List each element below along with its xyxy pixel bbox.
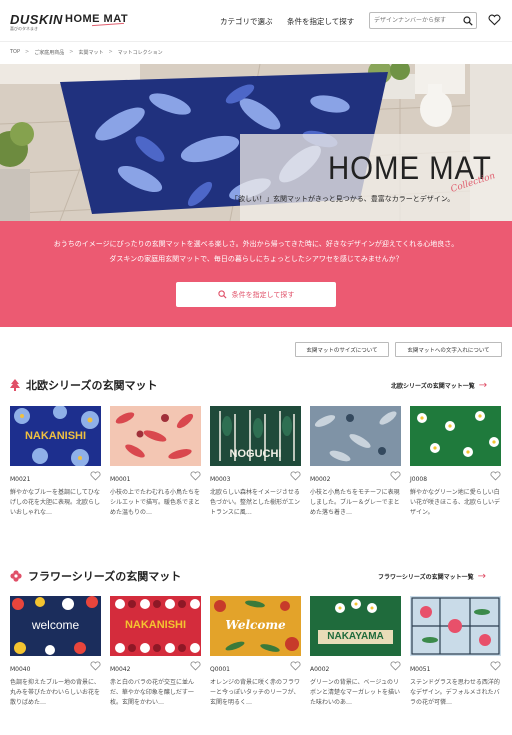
product-description: オレンジの背景に咲く赤のフラワーと今っぽいタッチのリーフが、玄関を明るく… <box>210 679 301 706</box>
nordic-section-title: 北欧シリーズの玄関マット <box>10 377 157 393</box>
product-code: M0001 <box>110 476 131 483</box>
tree-icon <box>10 379 20 391</box>
product-image[interactable]: NAKANISHI <box>110 596 201 656</box>
arrow-right-icon: → <box>477 571 486 582</box>
search-by-conditions-label: 条件を指定して探す <box>231 290 295 299</box>
intro-text-line1: おうちのイメージにぴったりの玄関マットを選べる楽しさ。外出から帰ってきた時に、好… <box>53 240 459 248</box>
product-card[interactable]: NOGUCHI M0003 北欧らしい森林をイメージさせる色づかい。整然とした樹… <box>210 406 301 516</box>
product-image[interactable] <box>410 406 501 466</box>
mat-pattern <box>417 411 499 457</box>
favorite-heart-icon[interactable] <box>390 471 401 481</box>
flower-list-link[interactable]: フラワーシリーズの玄関マット一覧 → <box>378 571 486 582</box>
mat-name-label: NOGUCHI <box>229 448 282 460</box>
duskin-logo[interactable]: DUSKIN <box>10 12 63 27</box>
flower-icon <box>10 570 22 582</box>
product-code: M0040 <box>10 666 31 673</box>
product-image[interactable]: welcome <box>10 596 101 656</box>
product-code: M0003 <box>210 476 231 483</box>
hero-subtitle: 「欲しい！」玄関マットがきっと見つかる、豊富なカラーとデザイン。 <box>231 195 455 203</box>
product-description: 鮮やかなブルーを基調にしてひなげしの花を大胆に表現。北欧らしいおしゃれな… <box>10 489 101 516</box>
site-header: DUSKIN 喜びのタネまき HOME MAT カテゴリで選ぶ 条件を指定して探… <box>0 0 512 42</box>
mat-name-label: NAKAYAMA <box>327 631 384 642</box>
mat-pattern <box>115 412 194 459</box>
arrow-right-icon: → <box>478 380 488 391</box>
duskin-logo-tagline: 喜びのタネまき <box>10 26 38 31</box>
product-code: M0042 <box>110 666 131 673</box>
favorite-heart-icon[interactable] <box>290 471 301 481</box>
favorite-heart-icon[interactable] <box>190 661 201 671</box>
mat-pattern <box>318 599 393 644</box>
breadcrumb-entrance-mat[interactable]: 玄関マット <box>78 49 103 56</box>
product-description: 鮮やかなグリーン地に愛らしい白い花が咲きほこる、北欧らしいデザイン。 <box>410 489 501 516</box>
product-code: A0002 <box>310 666 330 673</box>
product-card[interactable]: welcome M0040 色調を抑えたブルー地の背景に、丸みを帯びたかわいらし… <box>10 596 101 706</box>
breadcrumb-current: マットコレクション <box>117 50 163 56</box>
product-code: M0002 <box>310 476 331 483</box>
mat-name-label: NAKANISHI <box>24 430 87 442</box>
nordic-section-title-text: 北欧シリーズの玄関マット <box>26 379 158 392</box>
product-image[interactable] <box>110 406 201 466</box>
breadcrumb-top[interactable]: TOP <box>10 49 20 56</box>
product-card[interactable]: M0002 小枝と小鳥たちをモチーフに表現しました。ブルー＆グレーでまとめた落ち… <box>310 406 401 516</box>
favorite-heart-icon[interactable] <box>490 661 501 671</box>
product-description: ステンドグラスを思わせる西洋的なデザイン。デフォルメされたバラの花が可憐… <box>410 679 500 706</box>
flower-section-title-text: フラワーシリーズの玄関マット <box>28 570 182 583</box>
product-image[interactable]: NAKANISHI <box>10 406 101 466</box>
product-image[interactable]: NOGUCHI <box>210 406 301 466</box>
nordic-list-link[interactable]: 北欧シリーズの玄関マット一覧 → <box>391 380 487 391</box>
mat-name-label: NAKANISHI <box>124 619 187 631</box>
product-image[interactable]: NAKAYAMA <box>310 596 401 656</box>
breadcrumb-separator: > <box>25 49 30 55</box>
search-icon <box>217 290 227 299</box>
breadcrumb-household[interactable]: ご家庭用商品 <box>34 49 64 56</box>
product-image[interactable]: Welcome <box>210 596 301 656</box>
intro-text-line2: ダスキンの家庭用玄関マットで、毎日の暮らしにちょっとしたシアワセを感じてみません… <box>109 255 403 263</box>
search-box <box>369 12 477 29</box>
product-card[interactable]: Welcome Q0001 オレンジの背景に咲く赤のフラワーと今っぽいタッチのリ… <box>210 596 301 706</box>
favorite-heart-icon[interactable] <box>90 471 101 481</box>
mat-pattern <box>314 411 397 462</box>
search-by-conditions-button[interactable]: 条件を指定して探す <box>176 282 336 307</box>
product-code: J0008 <box>410 476 428 483</box>
product-description: 小枝の上でたわむれる小鳥たちをシルエットで描写。暖色系でまとめた温もりの… <box>110 489 201 516</box>
product-code: M0021 <box>10 476 31 483</box>
mat-name-label: Welcome <box>225 618 286 632</box>
design-number-search-input[interactable] <box>370 13 460 28</box>
product-card[interactable]: NAKANISHI M0042 赤と白のバラの花が交互に並んだ、華やかな印象を醸… <box>110 596 201 706</box>
product-description: 色調を抑えたブルー地の背景に、丸みを帯びたかわいらしいお花を散りばめた… <box>10 679 101 706</box>
product-card[interactable]: J0008 鮮やかなグリーン地に愛らしい白い花が咲きほこる、北欧らしいデザイン。 <box>410 406 501 516</box>
product-image[interactable] <box>310 406 401 466</box>
favorites-heart-icon[interactable] <box>488 14 501 26</box>
breadcrumb-separator: > <box>108 49 113 55</box>
favorite-heart-icon[interactable] <box>190 471 201 481</box>
product-description: 北欧らしい森林をイメージさせる色づかい。整然とした樹形がエントランスに風… <box>210 489 301 516</box>
favorite-heart-icon[interactable] <box>390 661 401 671</box>
product-description: 赤と白のバラの花が交互に並んだ、華やかな印象を醸しだす一枚。玄関をかわい… <box>110 679 195 706</box>
favorite-heart-icon[interactable] <box>490 471 501 481</box>
product-card[interactable]: M0001 小枝の上でたわむれる小鳥たちをシルエットで描写。暖色系でまとめた温も… <box>110 406 201 516</box>
product-card[interactable]: NAKANISHI M0021 鮮やかなブルーを基調にしてひなげしの花を大胆に表… <box>10 406 101 516</box>
product-code: Q0001 <box>210 666 230 673</box>
mat-size-info-button[interactable]: 玄関マットのサイズについて <box>295 342 389 357</box>
nordic-list-link-text: 北欧シリーズの玄関マット一覧 <box>391 383 475 390</box>
flower-list-link-text: フラワーシリーズの玄関マット一覧 <box>378 574 474 581</box>
breadcrumb-separator: > <box>69 49 74 55</box>
product-description: グリーンの背景に、ベージュのリボンと清楚なマーガレットを描いた味わいのあ… <box>310 679 401 706</box>
intro-band <box>0 221 512 327</box>
nav-search-conditions[interactable]: 条件を指定して探す <box>287 16 354 27</box>
mat-name-label: welcome <box>31 618 80 632</box>
product-description: 小枝と小鳥たちをモチーフに表現しました。ブルー＆グレーでまとめた落ち着き… <box>310 489 400 516</box>
product-code: M0051 <box>410 666 431 673</box>
mat-pattern <box>411 597 500 655</box>
product-card[interactable]: NAKAYAMA A0002 グリーンの背景に、ベージュのリボンと清楚なマーガレ… <box>310 596 401 706</box>
breadcrumb: TOP > ご家庭用商品 > 玄関マット > マットコレクション <box>10 49 163 56</box>
product-image[interactable] <box>410 596 501 656</box>
favorite-heart-icon[interactable] <box>90 661 101 671</box>
favorite-heart-icon[interactable] <box>290 661 301 671</box>
nav-category[interactable]: カテゴリで選ぶ <box>220 16 273 27</box>
mat-lettering-info-button[interactable]: 玄関マットへの文字入れについて <box>395 342 502 357</box>
flower-section-title: フラワーシリーズの玄関マット <box>10 568 181 584</box>
search-icon[interactable] <box>463 16 473 26</box>
product-card[interactable]: M0051 ステンドグラスを思わせる西洋的なデザイン。デフォルメされたバラの花が… <box>410 596 501 706</box>
